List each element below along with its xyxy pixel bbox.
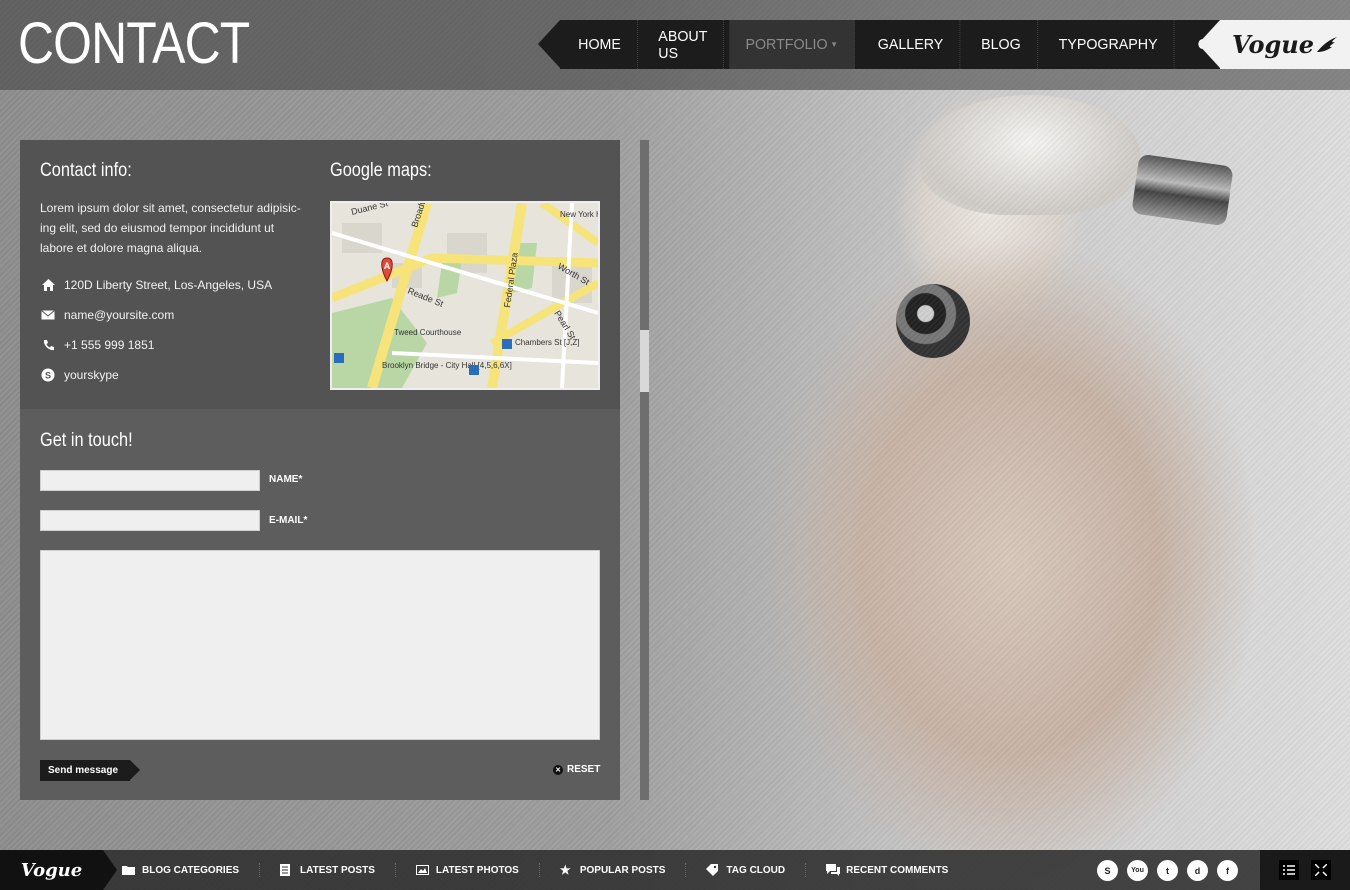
nav-home[interactable]: HOME	[562, 20, 638, 69]
list-icon[interactable]	[1279, 860, 1299, 880]
message-textarea[interactable]	[40, 550, 600, 740]
map-label: Brooklyn Bridge - City Hall [4,5,6,6X]	[382, 361, 512, 370]
logo[interactable]: Vogue	[1220, 20, 1350, 69]
facebook-icon[interactable]: f	[1217, 860, 1238, 881]
address-text: 120D Liberty Street, Los-Angeles, USA	[64, 278, 273, 292]
document-icon	[280, 864, 294, 876]
home-icon	[40, 277, 56, 293]
nav-blog[interactable]: BLOG	[965, 20, 1038, 69]
twitter-icon[interactable]: t	[1157, 860, 1178, 881]
email-row: name@yoursite.com	[40, 307, 174, 323]
mail-icon	[40, 307, 56, 323]
contact-intro-text: Lorem ipsum dolor sit amet, consectetur …	[40, 201, 301, 255]
maps-title: Google maps:	[330, 160, 432, 181]
folder-icon	[122, 864, 136, 876]
close-icon: ✕	[553, 764, 563, 775]
skype-icon: S	[40, 367, 56, 383]
footer-link-popular-posts[interactable]: ★ POPULAR POSTS	[560, 863, 687, 877]
page-title: CONTACT	[18, 11, 250, 76]
nav-typography[interactable]: TYPOGRAPHY	[1043, 20, 1176, 69]
name-label: NAME*	[269, 474, 303, 485]
reset-button[interactable]: ✕ RESET	[553, 764, 600, 775]
footer-link-recent-comments[interactable]: RECENT COMMENTS	[826, 863, 968, 877]
footer-logo[interactable]: Vogue	[0, 850, 117, 890]
svg-text:S: S	[45, 371, 51, 381]
chevron-down-icon: ▼	[830, 40, 839, 49]
scrollbar-thumb[interactable]	[640, 330, 649, 392]
logo-text: Vogue	[1232, 30, 1314, 59]
email-text[interactable]: name@yoursite.com	[64, 308, 174, 322]
footer-link-label: BLOG CATEGORIES	[142, 864, 240, 876]
comments-icon	[826, 864, 841, 876]
nav-portfolio-label: PORTFOLIO	[745, 36, 828, 53]
footer-link-label: RECENT COMMENTS	[846, 864, 949, 876]
map-label: New York Health D	[560, 210, 598, 219]
map-label: Tweed Courthouse	[394, 328, 462, 337]
email-label: E-MAIL*	[269, 515, 308, 526]
nav-gallery[interactable]: GALLERY	[861, 20, 961, 69]
footer-tools	[1260, 850, 1350, 890]
google-map[interactable]: Duane St Broadway Reade St Federal Plaza…	[330, 201, 600, 390]
map-marker-label: A	[384, 261, 391, 271]
fullscreen-icon[interactable]	[1311, 860, 1331, 880]
footer-link-latest-photos[interactable]: LATEST PHOTOS	[415, 863, 540, 877]
wing-icon	[1316, 36, 1337, 52]
star-icon: ★	[559, 863, 571, 877]
footer-link-blog-categories[interactable]: BLOG CATEGORIES	[122, 863, 261, 877]
footer-link-label: TAG CLOUD	[726, 864, 786, 876]
footer-link-label: LATEST POSTS	[300, 864, 375, 876]
content-scrollbar[interactable]	[640, 140, 649, 800]
send-message-button[interactable]: Send message	[40, 760, 141, 781]
get-in-touch-title: Get in touch!	[40, 430, 133, 451]
skype-text: yourskype	[64, 368, 119, 382]
footer-link-label: LATEST PHOTOS	[435, 864, 519, 876]
email-field[interactable]	[40, 510, 260, 531]
contact-info-title: Contact info:	[40, 160, 132, 181]
phone-text: +1 555 999 1851	[64, 338, 155, 352]
phone-icon	[40, 337, 56, 353]
logo-notch-decor	[1198, 20, 1220, 68]
main-nav: HOME ABOUT US PORTFOLIO ▼ GALLERY BLOG T…	[560, 20, 1265, 69]
social-links: S You t d f	[1097, 860, 1247, 881]
content-panel: Contact info: Lorem ipsum dolor sit amet…	[20, 140, 620, 800]
phone-row: +1 555 999 1851	[40, 337, 154, 353]
contact-info-section: Contact info: Lorem ipsum dolor sit amet…	[20, 140, 620, 409]
skype-row: S yourskype	[40, 367, 119, 383]
youtube-icon[interactable]: You	[1127, 860, 1148, 881]
nav-about-us[interactable]: ABOUT US	[642, 20, 725, 69]
footer-links: BLOG CATEGORIES LATEST POSTS LATEST PHOT…	[122, 850, 988, 890]
footer-link-label: POPULAR POSTS	[579, 864, 666, 876]
name-field[interactable]	[40, 470, 260, 491]
skype-icon[interactable]: S	[1097, 860, 1118, 881]
delicious-icon[interactable]: d	[1187, 860, 1208, 881]
footer-link-latest-posts[interactable]: LATEST POSTS	[280, 863, 396, 877]
map-label: Chambers St [J,Z]	[515, 338, 579, 347]
address-row: 120D Liberty Street, Los-Angeles, USA	[40, 277, 272, 293]
tag-icon	[706, 864, 720, 876]
photo-icon	[415, 864, 430, 876]
footer: Vogue BLOG CATEGORIES LATEST POSTS LATES…	[0, 850, 1350, 890]
nav-portfolio[interactable]: PORTFOLIO ▼	[729, 20, 856, 69]
reset-label: RESET	[567, 764, 601, 775]
footer-link-tag-cloud[interactable]: TAG CLOUD	[706, 863, 807, 877]
nav-arrow-decor	[538, 20, 560, 68]
